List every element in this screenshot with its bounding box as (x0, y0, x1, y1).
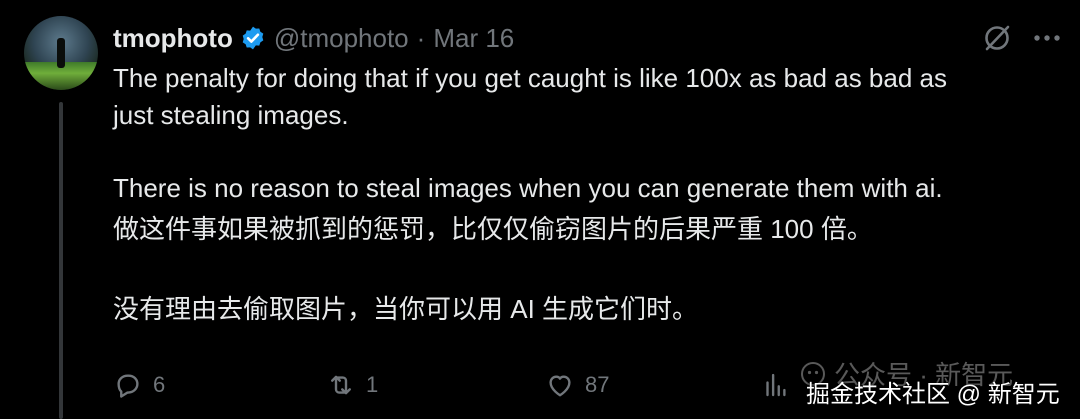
tweet-text-en-1: The penalty for doing that if you get ca… (113, 63, 947, 93)
retweet-count: 1 (366, 372, 379, 397)
retweet-button[interactable]: 1 (326, 367, 378, 403)
author-name[interactable]: tmophoto (113, 23, 233, 54)
tweet-text-zh-2: 没有理由去偷取图片，当你可以用 AI 生成它们时。 (113, 294, 699, 324)
avatar-person (57, 38, 65, 68)
verified-badge-icon (242, 26, 264, 50)
reply-button[interactable]: 6 (113, 367, 165, 403)
tweet-text-en-3: There is no reason to steal images when … (113, 173, 943, 203)
views-icon (766, 373, 786, 397)
header-separator: · (416, 22, 426, 53)
tweet-header: tmophoto @tmophoto · Mar 16 (113, 20, 514, 56)
tweet-text-zh-1: 做这件事如果被抓到的惩罚，比仅仅偷窃图片的后果严重 100 倍。 (113, 214, 873, 244)
reply-icon (117, 374, 139, 398)
author-handle[interactable]: @tmophoto (274, 23, 409, 54)
thread-line (59, 102, 63, 419)
reply-count: 6 (153, 372, 166, 397)
like-count: 87 (585, 372, 610, 397)
tweet-date[interactable]: Mar 16 (433, 23, 514, 54)
grok-icon[interactable] (981, 22, 1013, 54)
like-icon (549, 375, 571, 397)
like-button[interactable]: 87 (545, 367, 609, 403)
tweet-text-en-2: just stealing images. (113, 100, 349, 130)
views-button[interactable] (760, 367, 790, 403)
avatar[interactable] (24, 16, 98, 90)
watermark-community: 掘金技术社区 @ 新智元 (806, 381, 1060, 408)
tweet-body: The penalty for doing that if you get ca… (113, 60, 1053, 331)
more-icon[interactable] (1030, 22, 1064, 54)
retweet-icon (331, 375, 351, 395)
